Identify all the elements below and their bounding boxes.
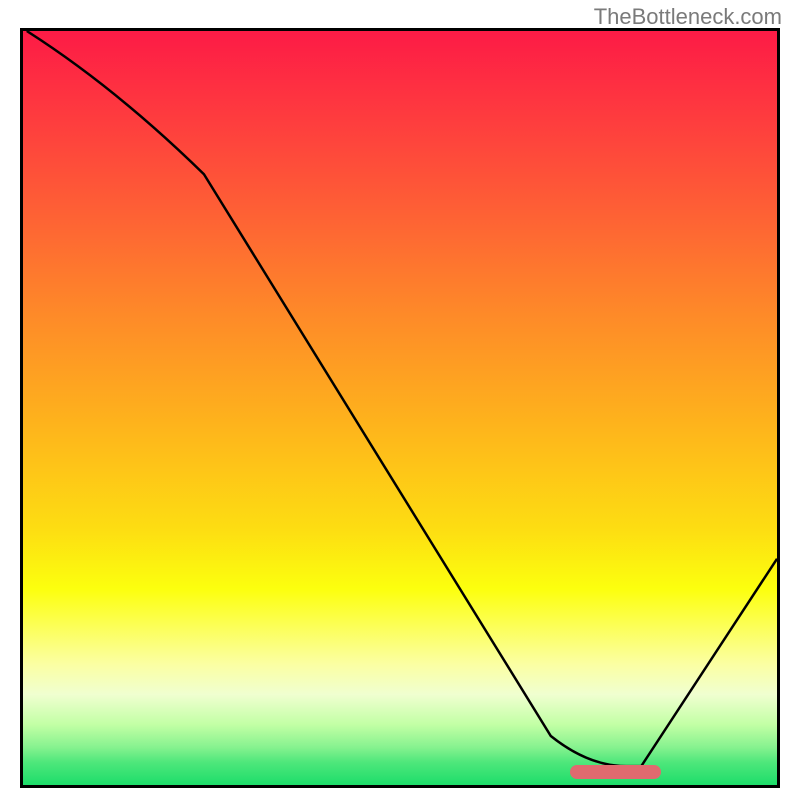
watermark-text: TheBottleneck.com: [594, 4, 782, 30]
bottleneck-curve: [23, 31, 777, 785]
chart-plot-area: [20, 28, 780, 788]
bottleneck-curve-path: [27, 31, 777, 766]
optimal-range-marker: [570, 765, 661, 779]
